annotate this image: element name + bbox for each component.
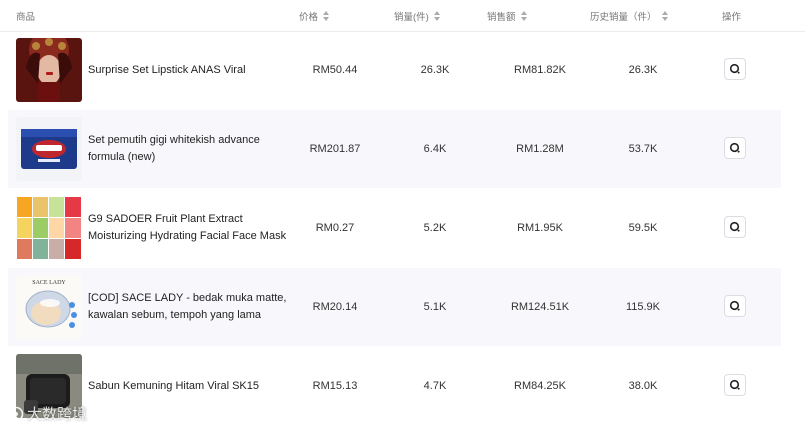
table-row[interactable]: Set pemutih gigi whitekish advance formu…: [8, 110, 781, 188]
product-name-text: Set pemutih gigi whitekish advance formu…: [88, 134, 260, 163]
col-price[interactable]: 价格: [299, 9, 330, 23]
product-name-text: G9 SADOER Fruit Plant Extract Moisturizi…: [88, 213, 287, 242]
col-history-sales[interactable]: 历史销量（件）: [590, 9, 668, 23]
product-price: RM0.27: [315, 222, 355, 234]
watermark-text: 大数跨境: [27, 406, 88, 423]
sort-icon[interactable]: [323, 11, 330, 21]
search-button[interactable]: [724, 295, 746, 317]
table-row[interactable]: Surprise Set Lipstick ANAS Viral RM50.44…: [8, 31, 781, 109]
table-row[interactable]: G9 SADOER Fruit Plant Extract Moisturizi…: [8, 189, 781, 267]
sort-icon[interactable]: [661, 11, 668, 21]
search-icon: [729, 63, 740, 74]
product-image[interactable]: [16, 38, 82, 102]
search-button[interactable]: [724, 137, 746, 159]
product-name-text: [COD] SACE LADY - bedak muka matte, kawa…: [88, 292, 287, 321]
product-price: RM15.13: [312, 380, 358, 392]
product-price: RM201.87: [309, 143, 361, 155]
watermark: 大数跨境: [8, 403, 87, 424]
search-icon: [729, 142, 740, 153]
watermark-logo-icon: [8, 406, 24, 421]
product-history-sales: 115.9K: [625, 301, 661, 313]
col-product-label: 商品: [16, 12, 36, 23]
product-image-face-masks: [16, 196, 82, 260]
col-price-label: 价格: [299, 12, 319, 23]
product-name-text: Sabun Kemuning Hitam Viral SK15: [88, 379, 260, 392]
product-history-sales: 59.5K: [628, 222, 658, 234]
col-gmv[interactable]: 销售额: [487, 9, 527, 23]
table-header: 商品 价格 销量(件) 销售额 历史销量（件） 操作: [0, 0, 805, 32]
brand-caption: SACE LADY: [32, 280, 66, 286]
product-image[interactable]: SACE LADY: [16, 275, 82, 339]
search-button[interactable]: [724, 58, 746, 80]
product-table: 商品 价格 销量(件) 销售额 历史销量（件） 操作 Surprise Set …: [0, 0, 805, 418]
product-name[interactable]: [COD] SACE LADY - bedak muka matte, kawa…: [88, 268, 298, 346]
search-icon: [729, 379, 740, 390]
product-image-face-powder: SACE LADY: [16, 275, 82, 339]
table-row[interactable]: SACE LADY [COD] SACE LADY - bedak muka m…: [8, 268, 781, 346]
product-name[interactable]: G9 SADOER Fruit Plant Extract Moisturizi…: [88, 189, 298, 267]
search-button[interactable]: [724, 216, 746, 238]
col-gmv-label: 销售额: [487, 12, 516, 23]
col-history-sales-label: 历史销量（件）: [590, 12, 657, 23]
product-image[interactable]: [16, 117, 82, 181]
product-name[interactable]: Surprise Set Lipstick ANAS Viral: [88, 31, 298, 109]
search-icon: [729, 221, 740, 232]
search-button[interactable]: [724, 374, 746, 396]
product-image-lipstick-model: [16, 38, 82, 102]
product-price: RM20.14: [312, 301, 358, 313]
product-image-teeth-whitening: [16, 117, 82, 181]
col-product: 商品: [16, 9, 35, 23]
table-row[interactable]: Sabun Kemuning Hitam Viral SK15 RM15.13 …: [8, 347, 781, 425]
col-action: 操作: [722, 9, 741, 23]
product-image[interactable]: [16, 196, 82, 260]
search-icon: [729, 300, 740, 311]
product-history-sales: 53.7K: [628, 143, 658, 155]
product-history-sales: 26.3K: [628, 64, 658, 76]
sort-icon[interactable]: [433, 11, 440, 21]
product-price: RM50.44: [312, 64, 358, 76]
col-sales[interactable]: 销量(件): [394, 9, 440, 23]
product-name-text: Surprise Set Lipstick ANAS Viral: [88, 63, 246, 76]
product-history-sales: 38.0K: [628, 380, 658, 392]
col-action-label: 操作: [722, 12, 742, 23]
col-sales-label: 销量(件): [394, 12, 429, 23]
product-name[interactable]: Sabun Kemuning Hitam Viral SK15: [88, 347, 298, 425]
product-name[interactable]: Set pemutih gigi whitekish advance formu…: [88, 110, 298, 188]
sort-icon[interactable]: [520, 11, 527, 21]
